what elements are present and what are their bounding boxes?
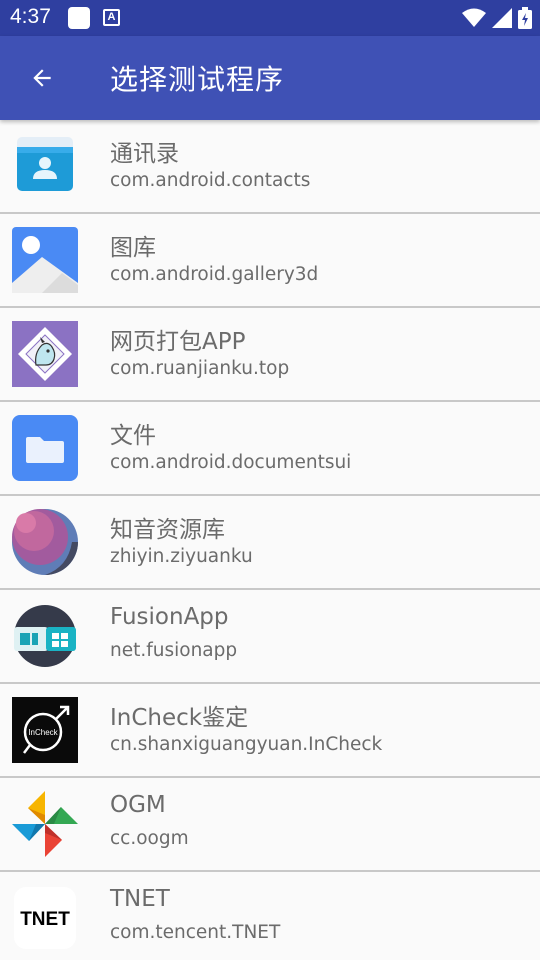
app-name: 通讯录 (110, 141, 179, 167)
status-bar: 4:37 A (0, 0, 540, 36)
status-icons (462, 6, 532, 30)
incheck-icon: InCheck (12, 697, 78, 763)
app-name: InCheck鉴定 (110, 705, 249, 731)
list-item-fusionapp[interactable]: FusionApp net.fusionapp (0, 590, 540, 684)
list-item-ogm[interactable]: OGM cc.oogm (0, 778, 540, 872)
app-name: 文件 (110, 423, 156, 449)
app-name: TNET (110, 886, 170, 912)
back-button[interactable] (20, 56, 64, 100)
notification-square-icon (68, 7, 90, 29)
web-package-icon (12, 321, 78, 387)
pinwheel-icon (12, 791, 78, 857)
app-bar: 选择测试程序 (0, 36, 540, 120)
app-package: com.android.documentsui (110, 452, 352, 473)
page-title: 选择测试程序 (110, 63, 285, 96)
app-package: com.ruanjianku.top (110, 358, 290, 379)
arrow-back-icon (33, 69, 51, 87)
signal-icon (492, 8, 512, 28)
list-item-zhiyin[interactable]: 知音资源库 zhiyin.ziyuanku (0, 496, 540, 590)
list-item-contacts[interactable]: 通讯录 com.android.contacts (0, 120, 540, 214)
list-item-files[interactable]: 文件 com.android.documentsui (0, 402, 540, 496)
wifi-icon (462, 8, 486, 27)
list-item-web-package[interactable]: 网页打包APP com.ruanjianku.top (0, 308, 540, 402)
app-package: cc.oogm (110, 828, 189, 849)
app-package: com.android.gallery3d (110, 264, 319, 285)
svg-text:TNET: TNET (20, 909, 70, 930)
battery-icon (518, 7, 532, 29)
app-name: 网页打包APP (110, 329, 246, 355)
list-item-tnet[interactable]: TNET TNET com.tencent.TNET (0, 872, 540, 960)
app-package: zhiyin.ziyuanku (110, 546, 253, 567)
folder-icon (12, 415, 78, 481)
app-list: 通讯录 com.android.contacts 图库 com.android.… (0, 120, 540, 960)
notification-a-icon: A (103, 9, 120, 26)
app-name: 图库 (110, 235, 156, 261)
app-package: com.android.contacts (110, 170, 311, 191)
planet-icon (12, 509, 78, 575)
app-name: 知音资源库 (110, 517, 225, 543)
svg-text:InCheck: InCheck (28, 728, 58, 737)
contacts-icon (12, 133, 78, 199)
tnet-icon: TNET (12, 885, 78, 951)
app-name: OGM (110, 792, 166, 818)
app-package: cn.shanxiguangyuan.InCheck (110, 734, 383, 755)
status-time: 4:37 (10, 5, 51, 28)
list-item-incheck[interactable]: InCheck InCheck鉴定 cn.shanxiguangyuan.InC… (0, 684, 540, 778)
fusionapp-icon (12, 603, 78, 669)
app-package: com.tencent.TNET (110, 922, 281, 943)
app-package: net.fusionapp (110, 640, 238, 661)
app-name: FusionApp (110, 604, 229, 630)
gallery-icon (12, 227, 78, 293)
list-item-gallery[interactable]: 图库 com.android.gallery3d (0, 214, 540, 308)
